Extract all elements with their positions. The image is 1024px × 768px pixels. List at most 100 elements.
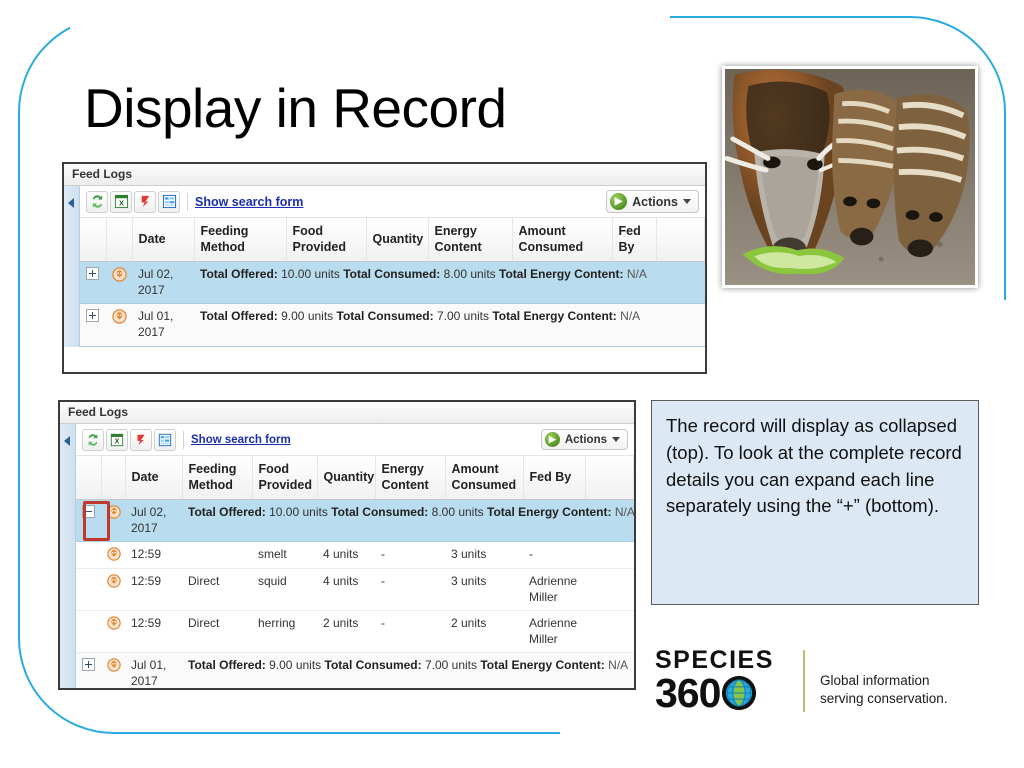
table-row[interactable]: Jul 02, 2017 Total Offered: 10.00 units … (76, 499, 635, 543)
table-row[interactable]: Jul 01, 2017 Total Offered: 9.00 units T… (80, 303, 705, 347)
expand-row-button[interactable] (80, 261, 106, 305)
logo-360-text: 360 (655, 670, 721, 716)
offered-label: Total Offered: (188, 658, 266, 673)
logo-tagline: Global information serving conservation. (820, 672, 948, 707)
feed-logs-table-top: Date Feeding Method Food Provided Quanti… (80, 218, 705, 347)
animal-icon (112, 309, 127, 325)
refresh-icon[interactable] (86, 190, 108, 213)
tree-view-icon[interactable] (154, 428, 176, 451)
cell-summary: Total Offered: 10.00 units Total Consume… (194, 261, 705, 305)
col-energy-content[interactable]: Energy Content (428, 218, 513, 263)
toolbar-divider (183, 430, 184, 449)
actions-arrow-icon: ▶ (544, 432, 560, 447)
refresh-icon[interactable] (82, 428, 104, 451)
cell-summary: Total Offered: 9.00 units Total Consumed… (194, 303, 705, 347)
energy-value: N/A (620, 309, 641, 324)
actions-button-bottom[interactable]: ▶ Actions (540, 429, 628, 450)
col-date[interactable]: Date (132, 218, 195, 263)
col-amount-consumed[interactable]: Amount Consumed (512, 218, 613, 263)
cell-food-provided: squid (252, 568, 317, 612)
tree-view-icon[interactable] (158, 190, 180, 213)
col-date[interactable]: Date (125, 456, 183, 501)
instruction-callout: The record will display as collapsed (to… (651, 400, 979, 605)
col-food-provided[interactable]: Food Provided (286, 218, 367, 263)
table-header-row-top: Date Feeding Method Food Provided Quanti… (80, 218, 705, 263)
logo-tagline-line2: serving conservation. (820, 690, 948, 706)
cell-summary: Total Offered: 9.00 units Total Consumed… (182, 652, 634, 688)
panel-title-bottom: Feed Logs (60, 402, 634, 424)
show-search-form-link[interactable]: Show search form (191, 434, 291, 446)
expand-row-button[interactable] (80, 303, 106, 347)
energy-value: N/A (626, 267, 647, 282)
cell-summary: Total Offered: 10.00 units Total Consume… (182, 499, 635, 543)
cell-energy-content: - (375, 610, 445, 654)
col-amount-consumed[interactable]: Amount Consumed (445, 456, 524, 501)
table-row[interactable]: Jul 01, 2017 Total Offered: 9.00 units T… (76, 652, 634, 688)
toolbar-bottom: X Show search form ▶ Actions (76, 424, 634, 456)
cell-time: 12:59 (125, 568, 182, 612)
consumed-label: Total Consumed: (336, 309, 434, 324)
cell-food-provided: herring (252, 610, 317, 654)
animal-icon (107, 616, 121, 630)
col-spacer (585, 456, 634, 501)
pdf-export-icon[interactable] (134, 190, 156, 213)
table-header-row-bottom: Date Feeding Method Food Provided Quanti… (76, 456, 634, 501)
cell-spacer (585, 568, 634, 612)
plus-icon (86, 309, 99, 323)
energy-value: N/A (614, 505, 635, 520)
excel-export-icon[interactable]: X (106, 428, 128, 451)
collapse-row-button[interactable] (76, 499, 101, 543)
logo-wordmark: SPECIES 360 (655, 648, 774, 716)
panel-collapse-gutter-bottom[interactable] (60, 424, 76, 688)
cell-amount-consumed: 3 units (445, 541, 523, 570)
col-fed-by[interactable]: Fed By (612, 218, 657, 263)
hog-photo-illustration (725, 69, 975, 285)
table-row[interactable]: 12:59 smelt 4 units - 3 units - (76, 541, 634, 570)
col-spacer (656, 218, 705, 263)
pdf-export-icon[interactable] (130, 428, 152, 451)
cell-fed-by: Adrienne Miller (523, 568, 585, 612)
consumed-label: Total Consumed: (324, 658, 422, 673)
table-row[interactable]: 12:59 Direct herring 2 units - 2 units A… (76, 610, 634, 654)
consumed-label: Total Consumed: (331, 505, 429, 520)
table-row[interactable]: 12:59 Direct squid 4 units - 3 units Adr… (76, 568, 634, 612)
toolbar-divider (187, 192, 188, 211)
cell-date: Jul 02, 2017 (132, 261, 194, 305)
col-quantity[interactable]: Quantity (317, 456, 376, 501)
hog-photo (722, 66, 978, 288)
energy-label: Total Energy Content: (487, 505, 612, 520)
frame-mask-bottom (560, 716, 1024, 768)
col-icon (101, 456, 126, 501)
cell-energy-content: - (375, 568, 445, 612)
table-row[interactable]: Jul 02, 2017 Total Offered: 10.00 units … (80, 261, 705, 305)
minus-icon (82, 505, 95, 519)
energy-label: Total Energy Content: (492, 309, 617, 324)
expand-row-button[interactable] (76, 652, 101, 688)
animal-icon-cell (101, 499, 125, 543)
panel-title-top: Feed Logs (64, 164, 705, 186)
col-food-provided[interactable]: Food Provided (252, 456, 318, 501)
animal-icon (112, 267, 127, 282)
show-search-form-link[interactable]: Show search form (195, 195, 303, 209)
col-fed-by[interactable]: Fed By (523, 456, 586, 501)
excel-export-icon[interactable]: X (110, 190, 132, 213)
col-feeding-method[interactable]: Feeding Method (182, 456, 253, 501)
animal-icon (107, 547, 121, 562)
cell-energy-content: - (375, 541, 445, 570)
toolbar-top: X Show search form ▶ Actions (80, 186, 705, 218)
col-feeding-method[interactable]: Feeding Method (194, 218, 287, 263)
slide-canvas: Display in Record Feed Logs X Show searc… (0, 0, 1024, 768)
cell-feeding-method (182, 541, 252, 570)
animal-icon-cell (101, 652, 125, 688)
actions-button-top[interactable]: ▶ Actions (606, 190, 699, 213)
col-expander (80, 218, 107, 263)
offered-value: 10.00 units (269, 505, 328, 520)
feed-logs-panel-expanded: Feed Logs X Show search form ▶ Actions D… (58, 400, 636, 690)
col-quantity[interactable]: Quantity (366, 218, 429, 263)
cell-quantity: 2 units (317, 610, 375, 654)
cell-food-provided: smelt (252, 541, 317, 570)
col-energy-content[interactable]: Energy Content (375, 456, 446, 501)
actions-arrow-icon: ▶ (610, 193, 628, 210)
feed-logs-panel-collapsed: Feed Logs X Show search form ▶ Actions D… (62, 162, 707, 374)
panel-collapse-gutter-top[interactable] (64, 186, 80, 347)
